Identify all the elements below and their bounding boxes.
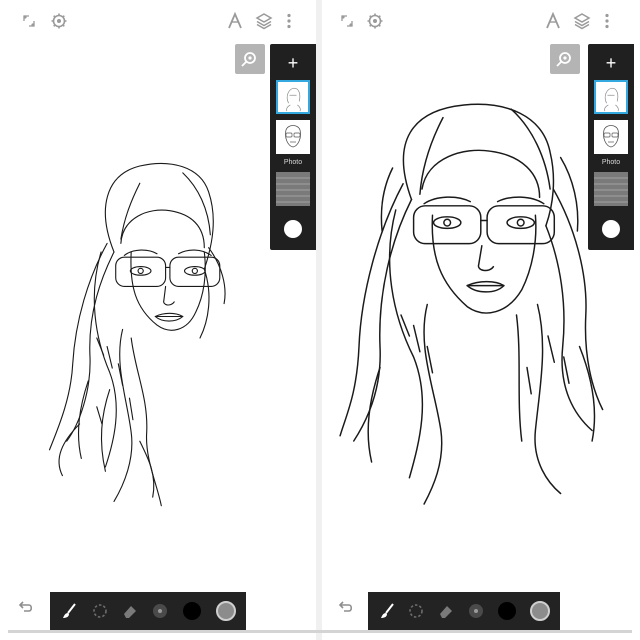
reference-target-icon xyxy=(550,44,580,74)
layer-thumb-face[interactable] xyxy=(276,120,310,154)
lasso-icon[interactable] xyxy=(406,601,426,621)
layer-thumb-photo[interactable] xyxy=(276,172,310,206)
undo-icon[interactable] xyxy=(338,600,354,614)
secondary-color-swatch[interactable] xyxy=(216,601,236,621)
bottom-toolbar xyxy=(368,592,560,630)
layer-opacity-dot[interactable] xyxy=(602,220,620,238)
layer-thumb-photo[interactable] xyxy=(594,172,628,206)
layers-panel: + Photo xyxy=(588,44,634,250)
layer-opacity-dot[interactable] xyxy=(284,220,302,238)
reference-target-icon xyxy=(235,44,265,74)
blend-icon[interactable] xyxy=(466,601,486,621)
brush-icon[interactable] xyxy=(378,601,398,621)
add-layer-button[interactable]: + xyxy=(270,52,316,74)
photo-layer-label: Photo xyxy=(283,159,303,166)
layer-thumb-sketch[interactable] xyxy=(594,80,628,114)
bottom-divider xyxy=(8,630,632,633)
current-color-swatch[interactable] xyxy=(183,602,201,620)
eraser-icon[interactable] xyxy=(436,601,456,621)
layer-thumb-sketch[interactable] xyxy=(276,80,310,114)
drawing-screen-left: + Photo xyxy=(0,0,316,640)
add-layer-button[interactable]: + xyxy=(588,52,634,74)
undo-icon[interactable] xyxy=(18,600,34,614)
reference-button[interactable] xyxy=(550,44,580,74)
eraser-icon[interactable] xyxy=(120,601,140,621)
layers-panel: + Photo xyxy=(270,44,316,250)
bottom-toolbar xyxy=(50,592,246,630)
brush-icon[interactable] xyxy=(60,601,80,621)
photo-layer-label: Photo xyxy=(601,159,621,166)
reference-button[interactable] xyxy=(235,44,265,74)
current-color-swatch[interactable] xyxy=(498,602,516,620)
lasso-icon[interactable] xyxy=(90,601,110,621)
secondary-color-swatch[interactable] xyxy=(530,601,550,621)
drawing-canvas[interactable] xyxy=(0,0,316,640)
layer-thumb-face[interactable] xyxy=(594,120,628,154)
drawing-screen-right: + Photo xyxy=(322,0,638,640)
blend-icon[interactable] xyxy=(150,601,170,621)
